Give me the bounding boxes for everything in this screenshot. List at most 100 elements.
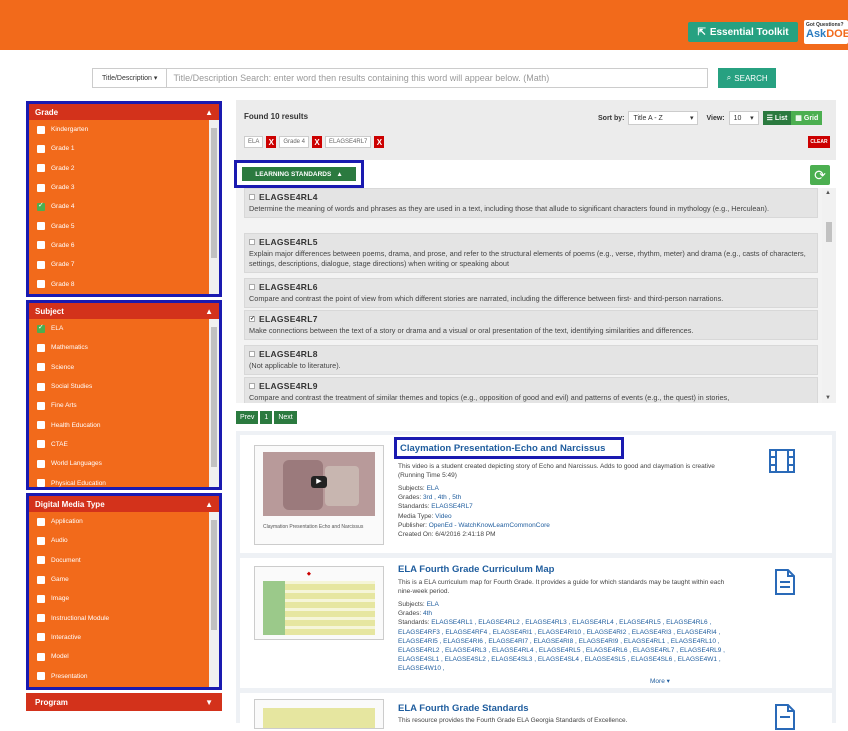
checkbox[interactable] [37,164,45,173]
page-number-button[interactable]: 1 [260,411,273,424]
standard-checkbox[interactable] [249,351,255,357]
play-icon[interactable]: ▶ [311,476,327,488]
checkbox[interactable] [37,343,45,352]
essential-toolkit-button[interactable]: ⇱ Essential Toolkit [688,22,798,42]
standards-link[interactable]: ELAGSE4RL7 [431,503,473,510]
checkbox[interactable] [37,144,45,153]
result-title[interactable]: Claymation Presentation-Echo and Narciss… [400,443,605,454]
facet-option[interactable]: Interactive [29,628,219,647]
standard-checkbox[interactable]: ✓ [249,316,255,322]
standard-checkbox[interactable] [249,239,255,245]
standard-checkbox[interactable] [249,284,255,290]
checkbox[interactable] [37,517,45,526]
more-link[interactable]: More ▾ [650,677,670,685]
scrollbar[interactable] [209,512,219,687]
result-thumbnail[interactable]: ◆ [254,566,384,640]
checkbox[interactable] [37,201,45,211]
scrollbar[interactable] [209,120,219,294]
facet-option[interactable]: CTAE [29,435,219,454]
grades-link[interactable]: 3rd , 4th , 5th [423,494,461,501]
facet-option[interactable]: Game [29,570,219,589]
checkbox[interactable] [37,260,45,269]
checkbox[interactable] [37,479,45,487]
facet-option[interactable]: Grade 8 [29,274,219,293]
clear-filters-button[interactable]: CLEAR [808,136,830,148]
remove-filter-icon[interactable]: X [266,136,277,148]
facet-option[interactable]: Grade 6 [29,236,219,255]
facet-option[interactable]: ELA [29,319,219,338]
checkbox[interactable] [37,323,45,333]
facet-option[interactable]: Mathematics [29,338,219,357]
facet-option[interactable]: Instructional Module [29,608,219,627]
search-button[interactable]: ⌕ SEARCH [718,68,776,88]
standard-item[interactable]: ELAGSE4RL5 Explain major differences betw… [244,233,818,273]
checkbox[interactable] [37,536,45,545]
facet-option[interactable]: Science [29,358,219,377]
facet-option[interactable]: Image [29,589,219,608]
result-thumbnail[interactable]: ▶ Claymation Presentation Echo and Narci… [254,445,384,545]
facet-option[interactable]: Model [29,647,219,666]
standards-link[interactable]: ELAGSE4RL1 , ELAGSE4RL2 , ELAGSE4RL3 , E… [398,619,725,672]
checkbox[interactable] [37,421,45,430]
list-view-button[interactable]: ☰ List [762,111,792,125]
facet-option[interactable]: Grade 5 [29,216,219,235]
facet-option[interactable]: World Languages [29,454,219,473]
program-facet-header[interactable]: Program ▼ [26,693,222,711]
facet-option[interactable]: Audio [29,531,219,550]
facet-option[interactable]: Physical Education [29,473,219,487]
facet-option[interactable]: Application [29,512,219,531]
standard-item[interactable]: ELAGSE4RL6 Compare and contrast the point… [244,278,818,308]
checkbox[interactable] [37,183,45,192]
facet-option[interactable]: Grade 1 [29,139,219,158]
next-page-button[interactable]: Next [274,411,297,424]
subject-facet-header[interactable]: Subject ▲ [29,303,219,319]
standard-checkbox[interactable] [249,383,255,389]
checkbox[interactable] [37,652,45,661]
grades-link[interactable]: 4th [423,610,432,617]
facet-option[interactable]: Social Studies [29,377,219,396]
scrollbar[interactable]: ▲ ▼ [822,188,836,403]
facet-option[interactable]: Kindergarten [29,120,219,139]
publisher-link[interactable]: OpenEd - WatchKnowLearnCommonCore [429,522,550,529]
facet-option[interactable]: Grade 4 [29,197,219,216]
checkbox[interactable] [37,280,45,289]
media-type-facet-header[interactable]: Digital Media Type ▲ [29,496,219,512]
checkbox[interactable] [37,459,45,468]
checkbox[interactable] [37,614,45,623]
facet-option[interactable]: Grade 7 [29,255,219,274]
search-mode-select[interactable]: Title/Description ▾ [92,68,168,88]
result-thumbnail[interactable] [254,699,384,729]
standard-item[interactable]: ELAGSE4RL4 Determine the meaning of words… [244,188,818,218]
subject-link[interactable]: ELA [427,485,439,492]
checkbox[interactable] [37,363,45,372]
ask-doe-logo[interactable]: Got Questions? AskDOE [804,20,848,44]
facet-option[interactable]: Grade 2 [29,159,219,178]
facet-option[interactable]: Fine Arts [29,396,219,415]
standard-item[interactable]: ✓ ELAGSE4RL7 Make connections between the … [244,310,818,340]
checkbox[interactable] [37,633,45,642]
refresh-icon[interactable]: ⟳ [810,165,830,185]
prev-page-button[interactable]: Prev [236,411,259,424]
standard-item[interactable]: ELAGSE4RL8 (Not applicable to literature)… [244,345,818,375]
checkbox[interactable] [37,241,45,250]
checkbox[interactable] [37,222,45,231]
grid-view-button[interactable]: ▦ Grid [791,111,823,125]
checkbox[interactable] [37,556,45,565]
checkbox[interactable] [37,401,45,410]
facet-option[interactable]: Presentation [29,666,219,685]
facet-option[interactable]: Grade 3 [29,178,219,197]
standard-checkbox[interactable] [249,194,255,200]
checkbox[interactable] [37,594,45,603]
facet-option[interactable]: Document [29,551,219,570]
subject-link[interactable]: ELA [427,601,439,608]
checkbox[interactable] [37,382,45,391]
result-title[interactable]: ELA Fourth Grade Curriculum Map [398,564,554,575]
search-input[interactable]: Title/Description Search: enter word the… [167,68,709,88]
scrollbar[interactable] [209,319,219,487]
remove-filter-icon[interactable]: X [374,136,385,148]
checkbox[interactable] [37,672,45,681]
facet-option[interactable]: Health Education [29,415,219,434]
checkbox[interactable] [37,575,45,584]
standard-item[interactable]: ELAGSE4RL9 Compare and contrast the treat… [244,377,818,403]
grade-facet-header[interactable]: Grade ▲ [29,104,219,120]
